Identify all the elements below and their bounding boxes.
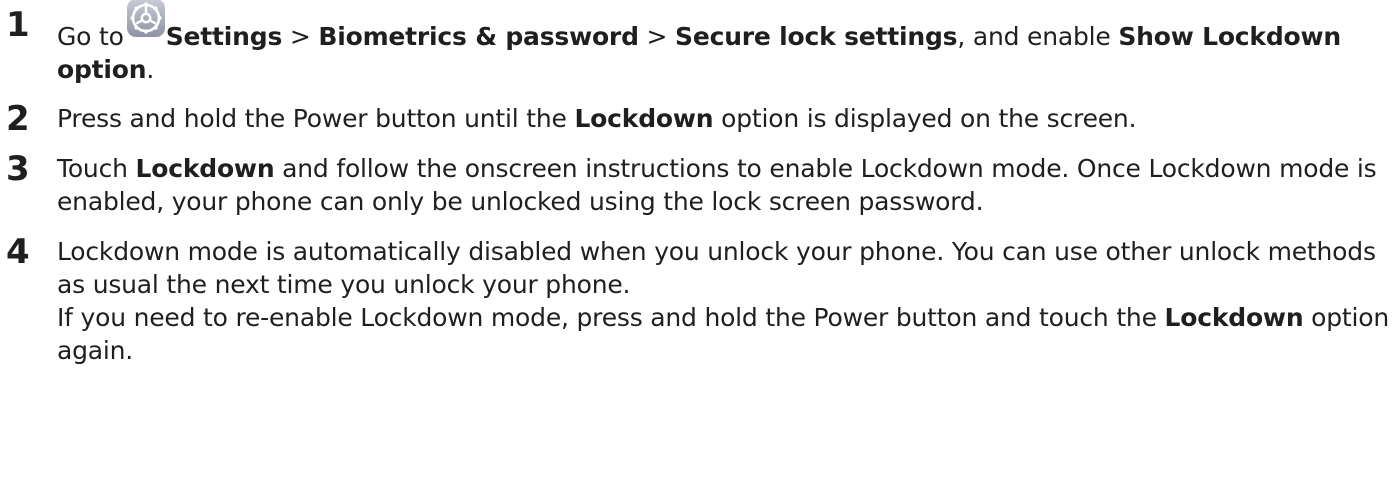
step-3: 3 Touch Lockdown and follow the onscreen… [0, 152, 1394, 218]
path-separator: > [638, 22, 676, 51]
step-number: 4 [6, 232, 30, 272]
step-text: Touch [57, 154, 136, 183]
lockdown-label: Lockdown [574, 104, 714, 133]
instruction-steps: 1 Go to Settings > Biometrics & password… [0, 0, 1394, 367]
step-text: If you need to re-enable Lockdown mode, … [57, 303, 1165, 332]
step-text-go-to: Go to [57, 22, 124, 51]
biometrics-password-link: Biometrics & password [318, 22, 639, 51]
step-4: 4 Lockdown mode is automatically disable… [0, 235, 1394, 367]
step-text: option is displayed on the screen. [713, 104, 1137, 133]
step-text: , and enable [957, 22, 1119, 51]
lockdown-label: Lockdown [135, 154, 275, 183]
step-2: 2 Press and hold the Power button until … [0, 99, 1394, 139]
step-number: 2 [6, 99, 30, 139]
path-separator: > [282, 22, 319, 51]
settings-gear-icon [126, 0, 166, 38]
step-paragraph: Lockdown mode is automatically disabled … [57, 237, 1376, 299]
step-paragraph: If you need to re-enable Lockdown mode, … [57, 301, 1394, 367]
step-1: 1 Go to Settings > Biometrics & password… [0, 0, 1394, 86]
lockdown-label: Lockdown [1164, 303, 1304, 332]
step-text: Press and hold the Power button until th… [57, 104, 575, 133]
step-number: 1 [6, 5, 30, 45]
step-number: 3 [6, 149, 30, 189]
step-text-end: . [146, 55, 155, 84]
secure-lock-settings-link: Secure lock settings [675, 22, 958, 51]
settings-link: Settings [165, 22, 283, 51]
